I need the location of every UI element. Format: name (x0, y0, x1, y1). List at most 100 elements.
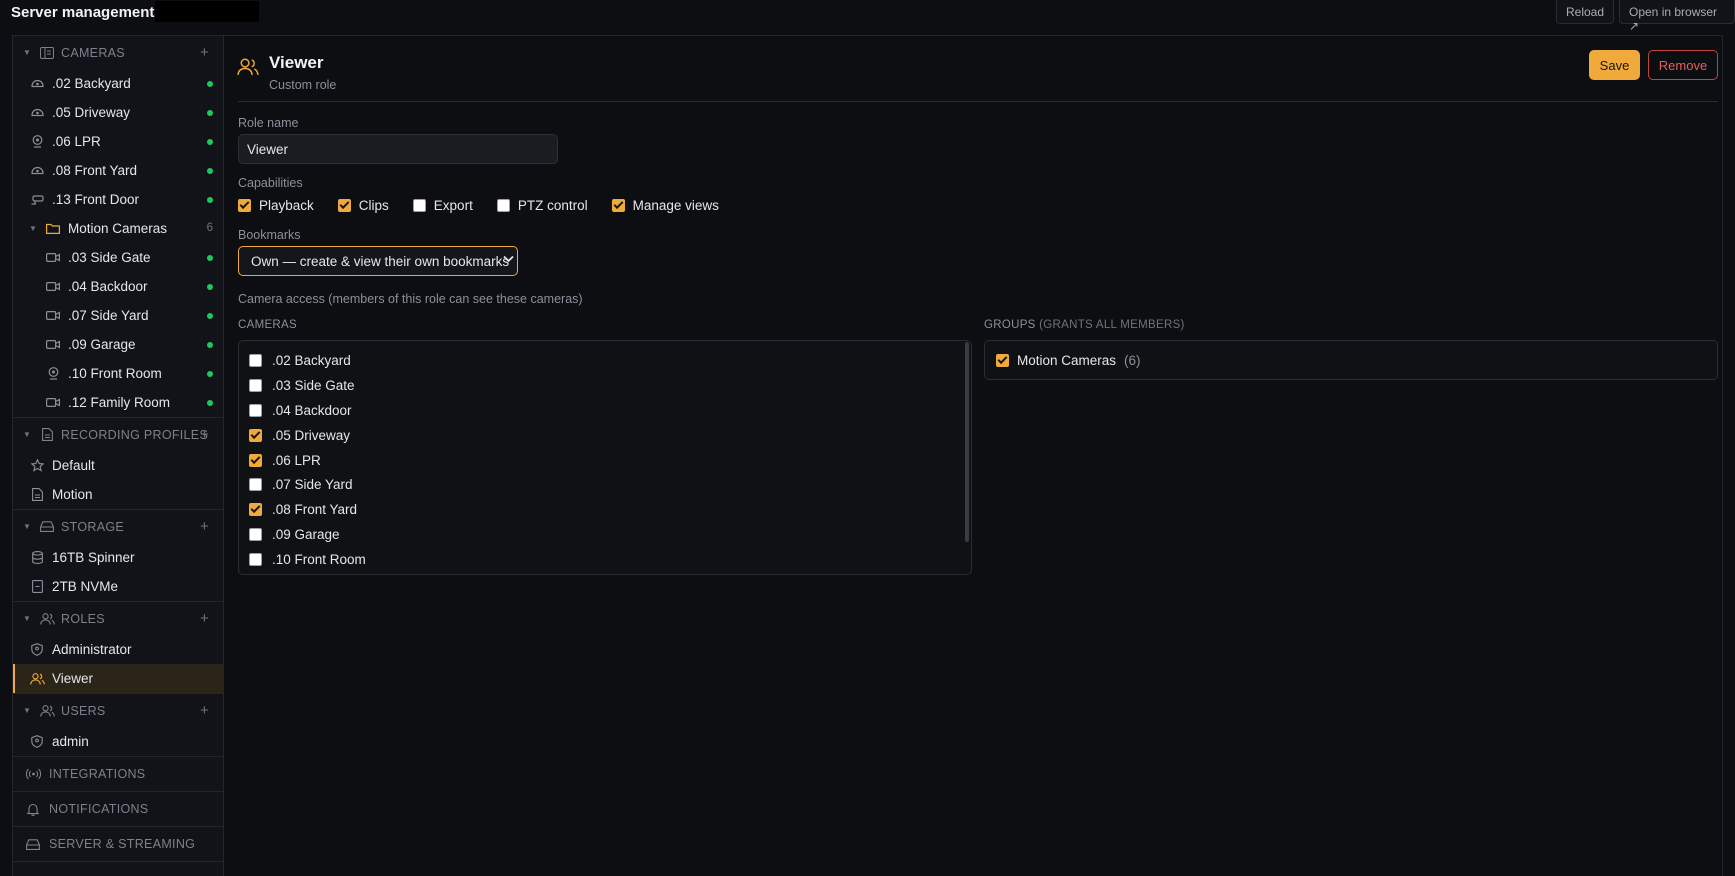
save-button[interactable]: Save (1589, 50, 1640, 80)
redacted-block (155, 1, 259, 22)
shield-icon (29, 734, 45, 750)
webcam-icon (29, 134, 45, 150)
video-camera-icon (45, 250, 61, 266)
star-icon (29, 458, 45, 474)
add-user-icon[interactable]: + (200, 702, 209, 719)
dome-camera-icon (29, 163, 45, 179)
page-subtitle: Custom role (269, 78, 337, 92)
camera-list-scrollbar[interactable] (965, 342, 969, 542)
checkbox[interactable] (337, 199, 351, 212)
sidebar-item-camera[interactable]: .10 Front Room (13, 359, 223, 388)
sidebar-item-camera[interactable]: .07 Side Yard (13, 301, 223, 330)
section-label: RECORDING PROFILES (61, 427, 209, 442)
chevron-down-icon: ▼ (23, 48, 32, 57)
dome-camera-icon (29, 105, 45, 121)
sidebar-item-camera[interactable]: .04 Backdoor (13, 272, 223, 301)
sidebar-item-camera[interactable]: .12 Family Room (13, 388, 223, 417)
checkbox[interactable] (249, 478, 262, 491)
add-profile-icon[interactable]: + (200, 426, 209, 443)
sidebar-item-storage[interactable]: 2TB NVMe (13, 572, 223, 601)
section-users[interactable]: ▼ USERS + (13, 694, 223, 727)
open-in-browser-button[interactable]: Open in browser ↗ (1619, 0, 1735, 33)
checkbox[interactable] (249, 404, 262, 417)
sidebar-item-profile[interactable]: Motion (13, 480, 223, 509)
sidebar-item-role-administrator[interactable]: Administrator (13, 635, 223, 664)
sidebar-item-camera[interactable]: .08 Front Yard (13, 156, 223, 185)
remove-button[interactable]: Remove (1648, 50, 1718, 80)
sidebar-item-profile[interactable]: Default (13, 451, 223, 480)
group-access-list: Motion Cameras (6) (984, 340, 1718, 380)
reload-button[interactable]: Reload (1556, 0, 1615, 24)
online-status-dot (207, 342, 213, 348)
camera-access-row[interactable]: .03 Side Gate (249, 378, 355, 393)
capability-playback[interactable]: Playback (238, 198, 314, 213)
bullet-camera-icon (29, 192, 45, 208)
online-status-dot (207, 81, 213, 87)
sidebar-item-camera[interactable]: .09 Garage (13, 330, 223, 359)
folder-count: 6 (206, 222, 213, 234)
chevron-down-icon: ▼ (23, 430, 32, 439)
section-roles[interactable]: ▼ ROLES + (13, 602, 223, 635)
section-server-streaming[interactable]: SERVER & STREAMING (13, 827, 223, 861)
checkbox[interactable] (412, 199, 426, 212)
bookmarks-select[interactable]: Own — create & view their own bookmarks (238, 246, 518, 276)
role-editor: Viewer Custom role Save Remove Role name… (224, 35, 1723, 876)
sidebar-item-camera[interactable]: .05 Driveway (13, 98, 223, 127)
add-role-icon[interactable]: + (200, 610, 209, 627)
camera-access-row[interactable]: .08 Front Yard (249, 502, 357, 517)
checkbox[interactable] (249, 354, 262, 367)
sidebar-item-camera[interactable]: .06 LPR (13, 127, 223, 156)
camera-access-row[interactable]: .02 Backyard (249, 353, 351, 368)
capability-manage-views[interactable]: Manage views (611, 198, 719, 213)
section-notifications[interactable]: NOTIFICATIONS (13, 792, 223, 826)
capabilities-group: Playback Clips Export PTZ control Manage… (238, 198, 743, 213)
checkbox[interactable] (238, 199, 251, 212)
section-recording-profiles[interactable]: ▼ RECORDING PROFILES + (13, 418, 223, 451)
section-storage[interactable]: ▼ STORAGE + (13, 510, 223, 543)
checkbox[interactable] (249, 553, 262, 566)
section-integrations[interactable]: INTEGRATIONS (13, 757, 223, 791)
sidebar-item-camera[interactable]: .02 Backyard (13, 69, 223, 98)
section-cameras[interactable]: ▼ CAMERAS + (13, 36, 223, 69)
video-camera-icon (45, 279, 61, 295)
camera-access-list[interactable]: .02 Backyard .03 Side Gate .04 Backdoor … (238, 340, 972, 575)
chevron-down-icon: ▼ (29, 224, 37, 233)
camera-access-row[interactable]: .07 Side Yard (249, 477, 353, 492)
camera-access-row[interactable]: .05 Driveway (249, 428, 350, 443)
cameras-column-label: CAMERAS (238, 319, 297, 331)
camera-list-icon (39, 45, 55, 61)
add-storage-icon[interactable]: + (200, 518, 209, 535)
camera-access-row[interactable]: .09 Garage (249, 527, 340, 542)
online-status-dot (207, 139, 213, 145)
checkbox[interactable] (996, 354, 1009, 367)
checkbox[interactable] (249, 454, 262, 467)
checkbox[interactable] (249, 528, 262, 541)
section-label: CAMERAS (61, 45, 125, 60)
online-status-dot (207, 400, 213, 406)
sidebar-item-storage[interactable]: 16TB Spinner (13, 543, 223, 572)
sidebar-item-camera[interactable]: .03 Side Gate (13, 243, 223, 272)
camera-access-row[interactable]: .04 Backdoor (249, 403, 352, 418)
folder-icon (45, 221, 61, 237)
sidebar-item-role-viewer[interactable]: Viewer (13, 664, 223, 693)
group-access-row[interactable]: Motion Cameras (6) (996, 353, 1141, 368)
checkbox[interactable] (496, 199, 510, 212)
capability-ptz-control[interactable]: PTZ control (496, 198, 588, 213)
video-camera-icon (45, 308, 61, 324)
webcam-icon (45, 366, 61, 382)
sidebar-item-camera[interactable]: .13 Front Door (13, 185, 223, 214)
sidebar-folder-motion-cameras[interactable]: ▼ Motion Cameras 6 (13, 214, 223, 243)
capability-clips[interactable]: Clips (337, 198, 389, 213)
capability-export[interactable]: Export (412, 198, 473, 213)
checkbox[interactable] (249, 503, 262, 516)
camera-access-row[interactable]: .10 Front Room (249, 552, 366, 567)
checkbox[interactable] (611, 199, 625, 212)
role-name-input[interactable] (238, 134, 558, 164)
online-status-dot (207, 255, 213, 261)
add-camera-icon[interactable]: + (200, 44, 209, 61)
camera-access-row[interactable]: .06 LPR (249, 453, 321, 468)
groups-column-label: GROUPS (GRANTS ALL MEMBERS) (984, 319, 1185, 331)
sidebar-item-user-admin[interactable]: admin (13, 727, 223, 756)
checkbox[interactable] (249, 379, 262, 392)
checkbox[interactable] (249, 429, 262, 442)
